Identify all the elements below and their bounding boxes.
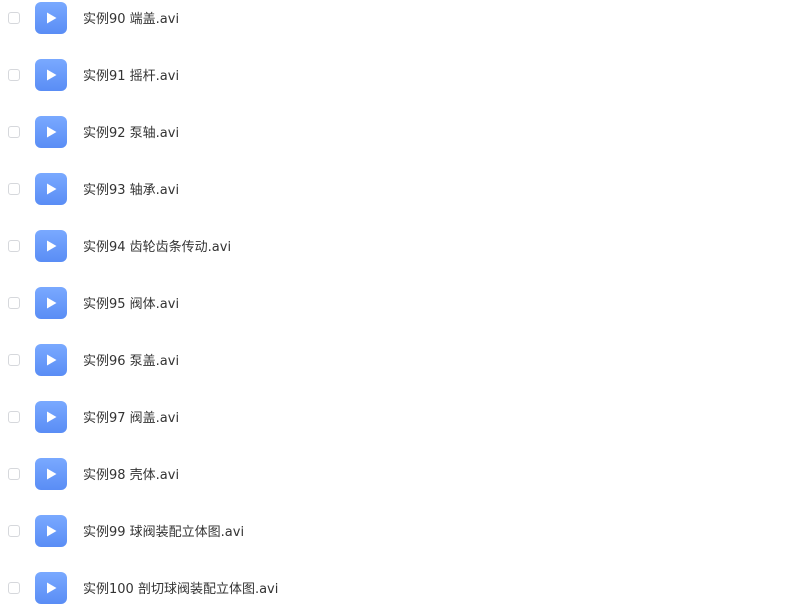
select-checkbox[interactable] [8, 239, 20, 252]
list-item[interactable]: 实例95 阀体.avi [0, 274, 804, 331]
video-play-icon[interactable] [35, 229, 67, 262]
video-play-icon[interactable] [35, 457, 67, 490]
file-name[interactable]: 实例96 泵盖.avi [83, 350, 179, 369]
file-list: 实例90 端盖.avi 实例91 摇杆.avi 实例92 泵轴.avi 实例93… [0, 0, 804, 615]
list-item[interactable]: 实例98 壳体.avi [0, 445, 804, 502]
select-checkbox[interactable] [8, 296, 20, 309]
select-checkbox[interactable] [8, 125, 20, 138]
list-item[interactable]: 实例96 泵盖.avi [0, 331, 804, 388]
video-play-icon[interactable] [35, 400, 67, 433]
list-item[interactable]: 实例99 球阀装配立体图.avi [0, 502, 804, 559]
list-item[interactable]: 实例93 轴承.avi [0, 160, 804, 217]
select-checkbox[interactable] [8, 524, 20, 537]
list-item[interactable]: 实例91 摇杆.avi [0, 46, 804, 103]
video-play-icon[interactable] [35, 571, 67, 604]
video-play-icon[interactable] [35, 115, 67, 148]
select-checkbox[interactable] [8, 11, 20, 24]
video-play-icon[interactable] [35, 286, 67, 319]
file-name[interactable]: 实例98 壳体.avi [83, 464, 179, 483]
file-name[interactable]: 实例91 摇杆.avi [83, 65, 179, 84]
file-name[interactable]: 实例90 端盖.avi [83, 8, 179, 27]
list-item[interactable]: 实例97 阀盖.avi [0, 388, 804, 445]
select-checkbox[interactable] [8, 182, 20, 195]
select-checkbox[interactable] [8, 353, 20, 366]
video-play-icon[interactable] [35, 58, 67, 91]
select-checkbox[interactable] [8, 68, 20, 81]
file-name[interactable]: 实例93 轴承.avi [83, 179, 179, 198]
select-checkbox[interactable] [8, 467, 20, 480]
file-name[interactable]: 实例95 阀体.avi [83, 293, 179, 312]
file-name[interactable]: 实例100 剖切球阀装配立体图.avi [83, 578, 278, 597]
list-item[interactable]: 实例100 剖切球阀装配立体图.avi [0, 559, 804, 616]
list-item[interactable]: 实例94 齿轮齿条传动.avi [0, 217, 804, 274]
video-play-icon[interactable] [35, 172, 67, 205]
list-item[interactable]: 实例92 泵轴.avi [0, 103, 804, 160]
file-name[interactable]: 实例92 泵轴.avi [83, 122, 179, 141]
select-checkbox[interactable] [8, 410, 20, 423]
file-name[interactable]: 实例94 齿轮齿条传动.avi [83, 236, 231, 255]
file-name[interactable]: 实例99 球阀装配立体图.avi [83, 521, 244, 540]
video-play-icon[interactable] [35, 343, 67, 376]
video-play-icon[interactable] [35, 1, 67, 34]
video-play-icon[interactable] [35, 514, 67, 547]
select-checkbox[interactable] [8, 581, 20, 594]
list-item[interactable]: 实例90 端盖.avi [0, 0, 804, 46]
file-name[interactable]: 实例97 阀盖.avi [83, 407, 179, 426]
